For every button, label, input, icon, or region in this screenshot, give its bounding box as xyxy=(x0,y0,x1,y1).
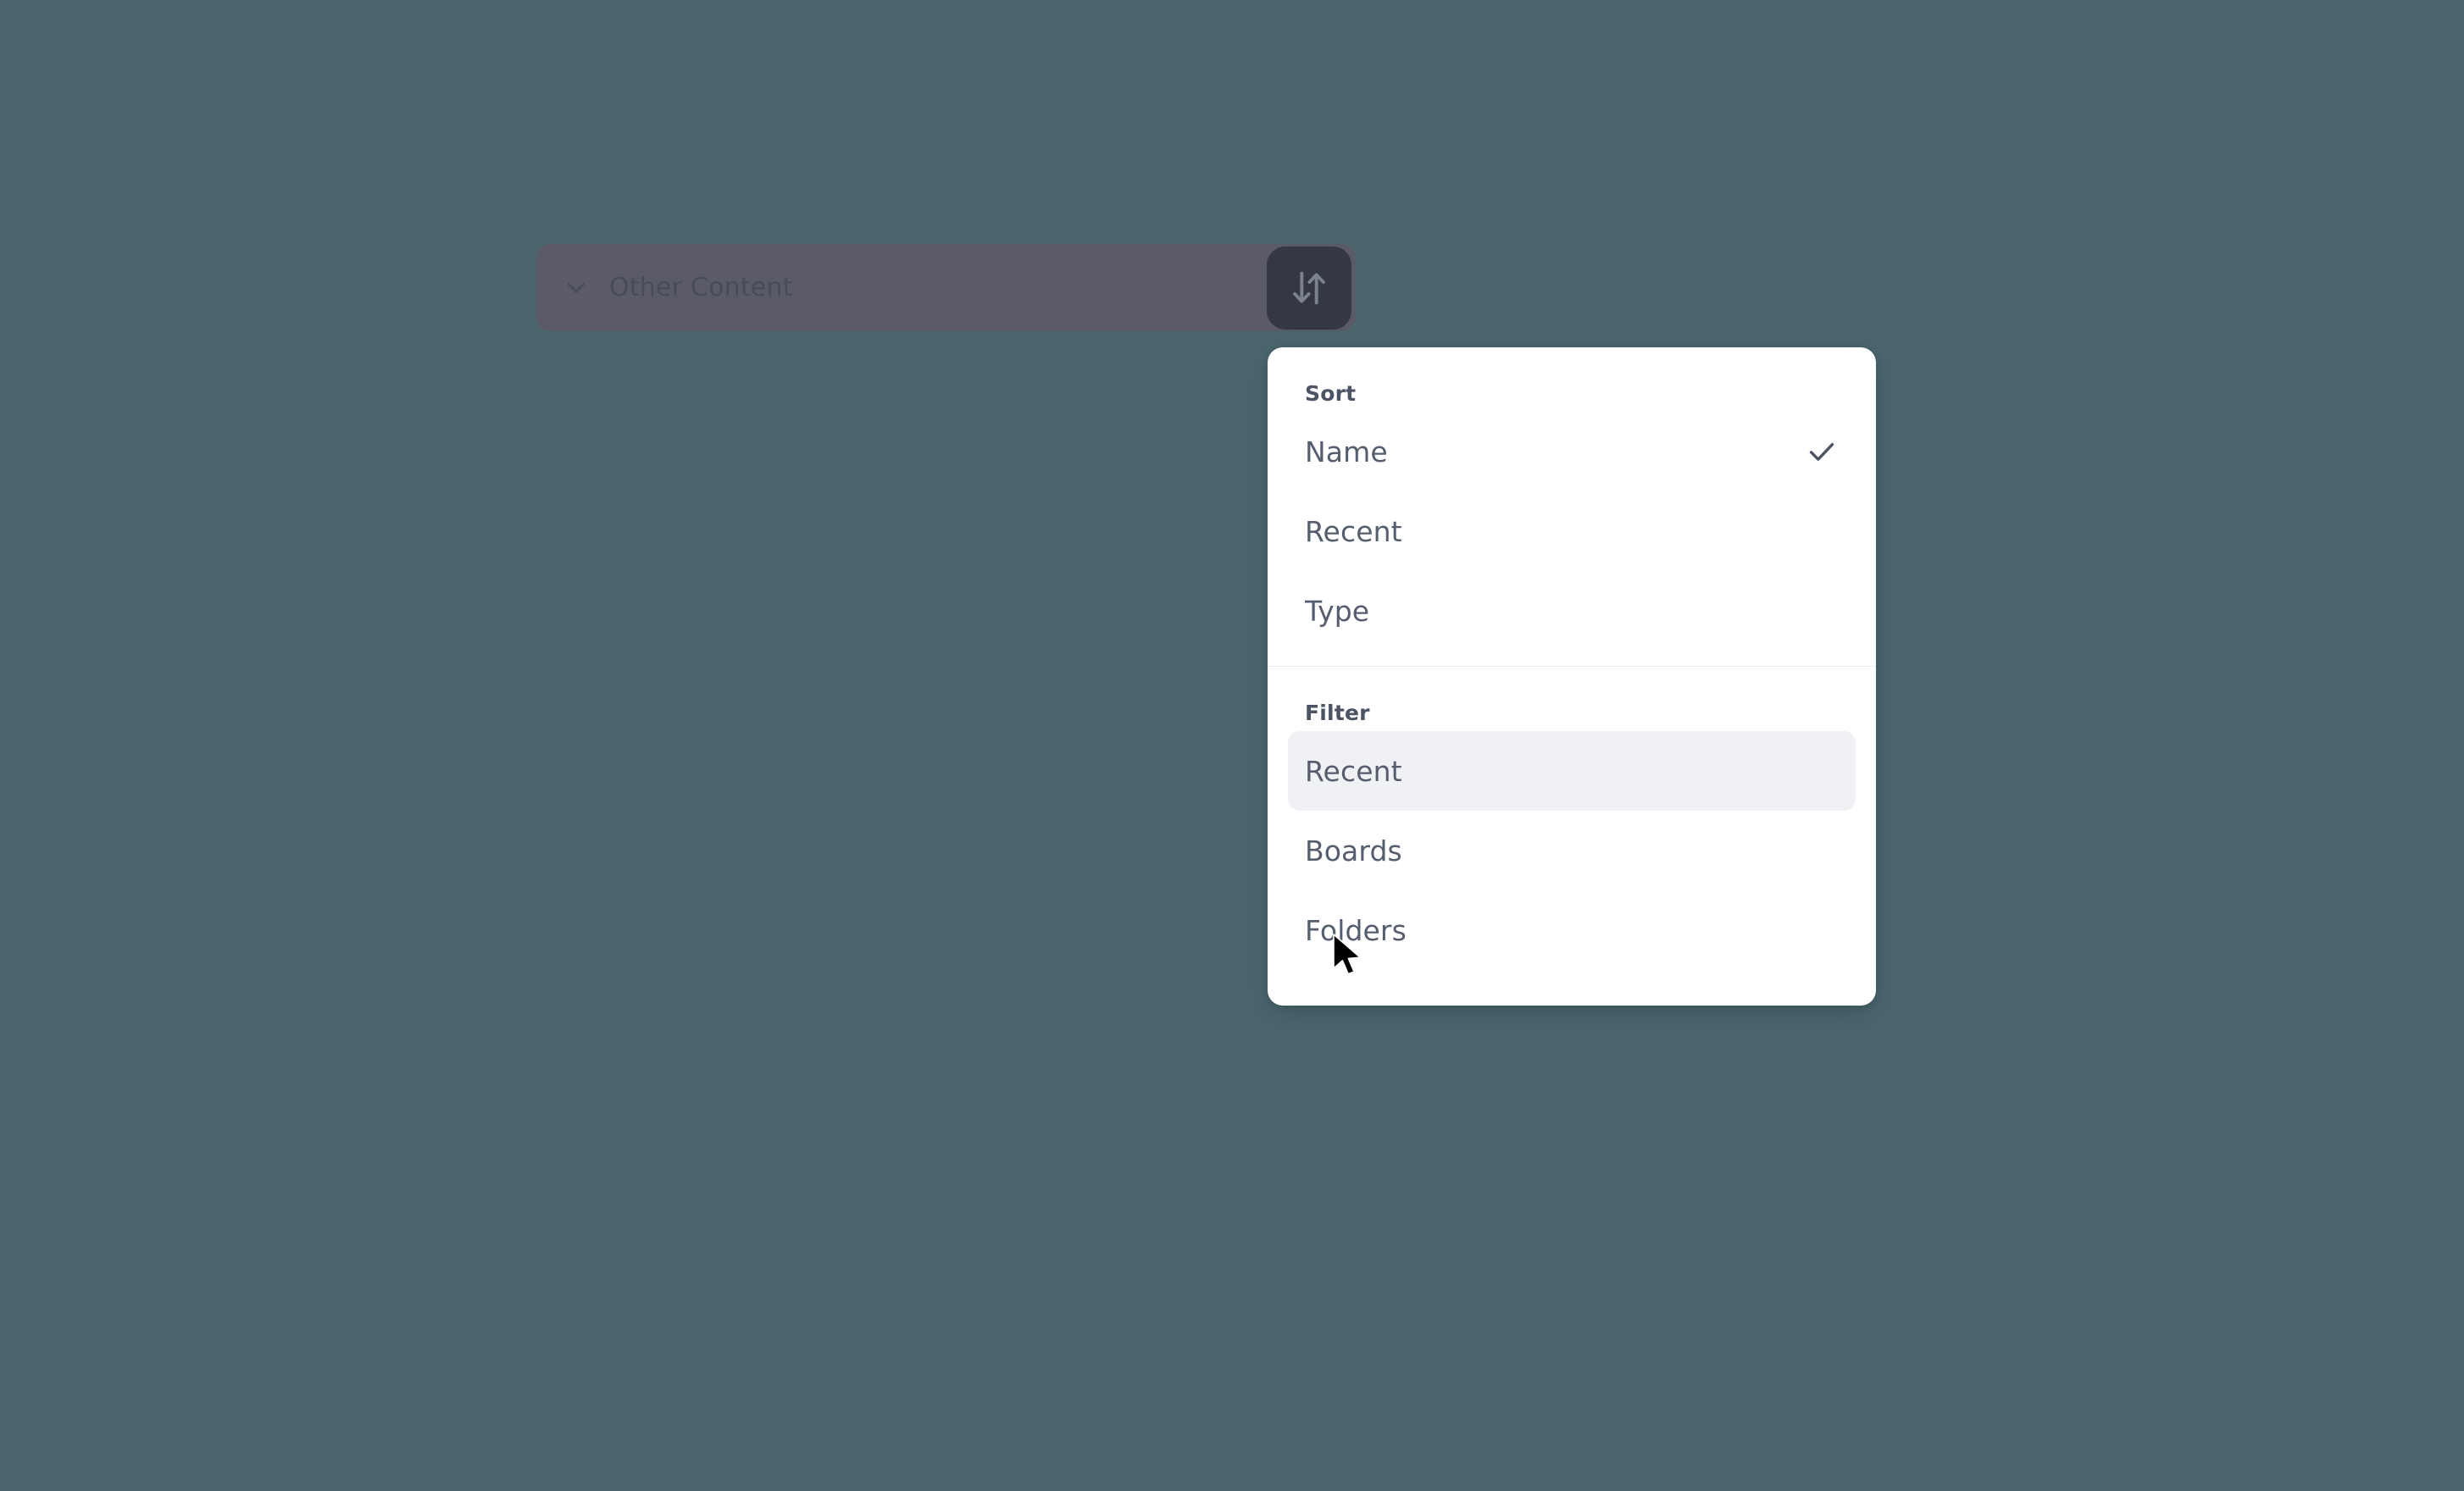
section-title: Other Content xyxy=(609,272,793,302)
sort-option-type[interactable]: Type xyxy=(1288,571,1856,651)
sort-filter-dropdown: Sort Name Recent Type Filter Recent Boar… xyxy=(1268,347,1876,1006)
arrow-down-up-icon xyxy=(1287,266,1331,310)
sort-button[interactable] xyxy=(1267,246,1351,330)
sort-option-type-label: Type xyxy=(1305,594,1370,628)
sort-section-label: Sort xyxy=(1305,381,1357,406)
check-icon xyxy=(1805,435,1839,468)
other-content-section-bar[interactable]: Other Content xyxy=(536,244,1356,331)
filter-option-boards[interactable]: Boards xyxy=(1288,811,1856,890)
chevron-down-icon[interactable] xyxy=(562,274,591,302)
filter-section-label: Filter xyxy=(1305,701,1370,725)
filter-option-recent[interactable]: Recent xyxy=(1288,731,1856,811)
filter-option-recent-label: Recent xyxy=(1305,754,1402,788)
sort-option-recent[interactable]: Recent xyxy=(1288,491,1856,571)
sort-option-recent-label: Recent xyxy=(1305,514,1402,548)
sort-section: Sort Name Recent Type xyxy=(1268,347,1876,651)
filter-section: Filter Recent Boards Folders xyxy=(1268,667,1876,970)
filter-option-folders-label: Folders xyxy=(1305,913,1407,947)
sort-option-name[interactable]: Name xyxy=(1288,412,1856,491)
filter-option-folders[interactable]: Folders xyxy=(1288,890,1856,970)
sort-option-name-label: Name xyxy=(1305,435,1388,468)
filter-option-boards-label: Boards xyxy=(1305,834,1402,867)
